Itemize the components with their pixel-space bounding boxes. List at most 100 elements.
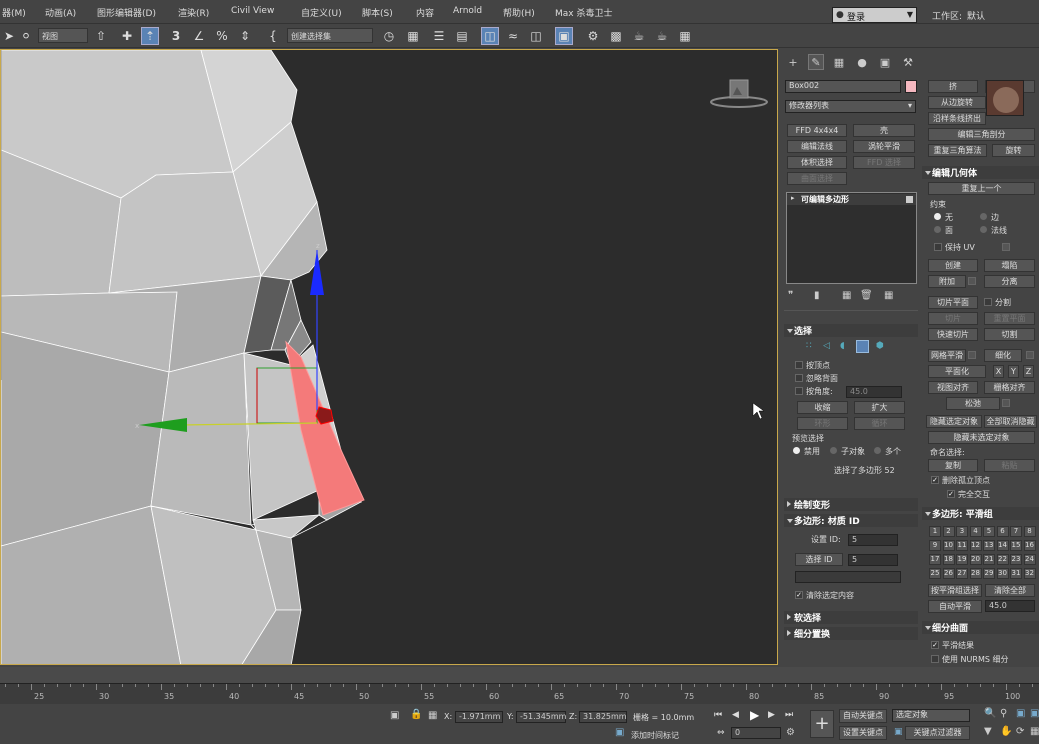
ring-button[interactable]: 环形 [797,417,848,430]
quickslice-button[interactable]: 快速切片 [928,328,978,341]
menu-item[interactable]: 动画(A) [45,6,76,19]
configure-icon[interactable]: ▦ [884,290,893,301]
constraint-face-radio[interactable] [934,226,941,233]
relax-settings[interactable] [1002,399,1010,407]
add-time-tag[interactable]: 添加时间标记 [631,730,679,741]
percent-snap-icon[interactable]: % [213,27,231,45]
smoothing-group-7[interactable]: 7 [1010,526,1022,537]
smoothing-group-30[interactable]: 30 [996,568,1009,579]
auto-key-button[interactable]: 自动关键点 [839,709,887,723]
smoothing-group-32[interactable]: 32 [1023,568,1036,579]
maximize-viewport-icon[interactable]: ▦ [1030,726,1039,737]
align-icon[interactable]: ▦ [404,27,422,45]
edit-geometry-header[interactable]: 编辑几何体 [922,166,1039,179]
zoom-extents-all-icon[interactable]: ▣ [1030,708,1039,719]
smoothing-group-15[interactable]: 15 [1010,540,1022,551]
ribbon-icon[interactable]: ◫ [481,27,499,45]
render-setup-icon[interactable]: ⚙ [584,27,602,45]
slice-plane-button[interactable]: 切片平面 [928,296,978,309]
create-tab-icon[interactable]: + [785,54,801,70]
smoothing-group-23[interactable]: 23 [1010,554,1022,565]
delete-isolated-checkbox[interactable]: ✓ [931,476,939,484]
smoothing-group-9[interactable]: 9 [929,540,941,551]
attach-button[interactable]: 附加 [928,275,966,288]
smoothing-group-12[interactable]: 12 [969,540,982,551]
link-icon[interactable]: ⚪ [17,27,35,45]
grid-align-button[interactable]: 栅格对齐 [984,381,1035,394]
vertex-icon[interactable]: ∷ [806,341,812,351]
vol-select-button[interactable]: 体积选择 [787,156,847,169]
smoothing-group-6[interactable]: 6 [996,526,1009,537]
stack-item[interactable]: ▸ 可编辑多边形 [787,194,916,205]
expand-icon[interactable]: ▸ [791,194,795,202]
hide-selected-button[interactable]: 隐藏选定对象 [926,415,982,428]
smoothing-group-22[interactable]: 22 [996,554,1009,565]
menu-item[interactable]: Civil View [231,6,274,16]
menu-item[interactable]: 自定义(U) [301,6,342,19]
paint-deform-header[interactable]: 绘制变形 [784,498,918,511]
retriangulate-button[interactable]: 重复三角算法 [928,144,987,157]
constraint-none-radio[interactable] [934,213,941,220]
set-key-button[interactable]: 设置关键点 [839,726,887,740]
smoothing-group-11[interactable]: 11 [956,540,968,551]
set-key-big-button[interactable]: + [810,710,834,738]
smoothing-groups-header[interactable]: 多边形: 平滑组 [922,507,1039,520]
make-unique-icon[interactable]: ▦ [842,290,851,301]
move-icon[interactable]: ✚ [118,27,136,45]
smoothing-group-31[interactable]: 31 [1010,568,1022,579]
constraint-normal-radio[interactable] [980,226,987,233]
smoothing-group-19[interactable]: 19 [956,554,968,565]
planarize-x-button[interactable]: X [993,365,1004,378]
pan-icon[interactable]: ✋ [1000,726,1012,737]
grow-button[interactable]: 扩大 [854,401,905,414]
reset-plane-button[interactable]: 重置平面 [984,312,1035,325]
ffd-select-button[interactable]: FFD 选择 [853,156,915,169]
element-icon[interactable]: ⬢ [876,341,884,351]
shrink-button[interactable]: 收缩 [797,401,848,414]
ignore-backface-checkbox[interactable] [795,374,803,382]
cut-button[interactable]: 切割 [984,328,1035,341]
create-button[interactable]: 创建 [928,259,978,272]
menu-item[interactable]: 脚本(S) [362,6,393,19]
detach-button[interactable]: 分离 [984,275,1035,288]
smoothing-group-27[interactable]: 27 [956,568,968,579]
extrude-button[interactable]: 挤 [928,80,978,93]
repeat-last-button[interactable]: 重复上一个 [928,182,1035,195]
slice-button[interactable]: 切片 [928,312,978,325]
goto-end-icon[interactable]: ⏭ [785,710,793,720]
turn-button[interactable]: 旋转 [992,144,1035,157]
edge-icon[interactable]: ◁ [823,341,830,351]
preview-disable-radio[interactable] [793,447,800,454]
by-angle-checkbox[interactable] [795,387,803,395]
full-interactivity-checkbox[interactable]: ✓ [947,490,955,498]
smoothing-group-20[interactable]: 20 [969,554,982,565]
menu-item[interactable]: Arnold [453,6,482,16]
next-frame-icon[interactable]: ▶ [768,710,775,720]
material-name-dropdown[interactable] [795,571,901,583]
hinge-edge-button[interactable]: 从边旋转 [928,96,986,109]
key-filters-button[interactable]: 关键点过滤器 [905,726,970,740]
select-icon[interactable]: ⇧ [92,27,110,45]
schematic-icon[interactable]: ◫ [527,27,545,45]
turbosmooth-button[interactable]: 涡轮平滑 [853,140,915,153]
soft-selection-header[interactable]: 软选择 [784,611,918,624]
snap-toggle[interactable]: 3 [167,27,185,45]
preview-subobj-radio[interactable] [830,447,837,454]
current-frame[interactable]: 0 [731,727,781,739]
smoothing-group-24[interactable]: 24 [1023,554,1036,565]
angle-snap-icon[interactable]: ∠ [190,27,208,45]
render-icon[interactable]: ☕ [630,27,648,45]
meshsmooth-button[interactable]: 网格平滑 [928,349,966,362]
render-frame-icon[interactable]: ▩ [607,27,625,45]
login-dropdown[interactable]: ● 登录 ▼ [832,7,917,23]
clear-all-sg-button[interactable]: 清除全部 [985,584,1035,597]
set-id-spinner[interactable]: 5 [848,534,898,546]
select-by-sg-button[interactable]: 按平滑组选择 [928,584,982,597]
collapse-button[interactable]: 塌陷 [984,259,1035,272]
fov-icon[interactable]: ▼ [984,726,992,737]
material-editor-icon[interactable]: ▣ [555,27,573,45]
hide-unselected-button[interactable]: 隐藏未选定对象 [928,431,1035,444]
grid-icon[interactable]: ▦ [676,27,694,45]
preserve-uv-settings[interactable] [1002,243,1010,251]
layer-explorer-icon[interactable]: ▤ [453,27,471,45]
